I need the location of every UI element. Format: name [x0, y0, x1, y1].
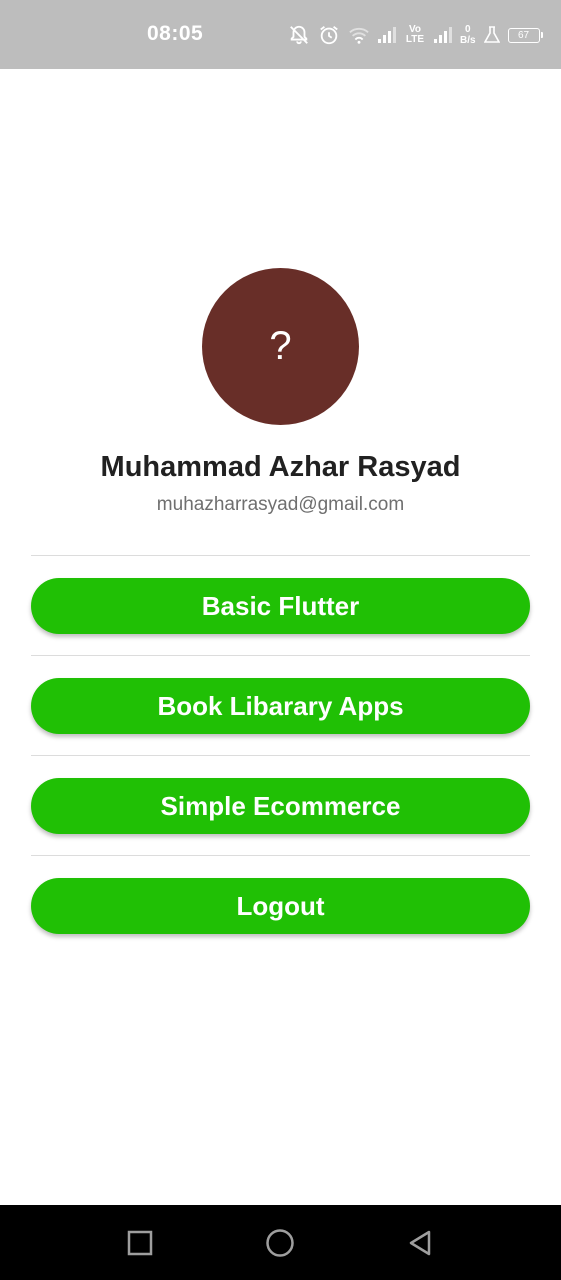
profile-name: Muhammad Azhar Rasyad — [100, 451, 461, 483]
book-library-apps-button[interactable]: Book Libarary Apps — [31, 678, 530, 734]
status-icons: Vo LTE 0 B/s 67 — [288, 20, 543, 50]
avatar-placeholder: ? — [269, 324, 292, 368]
divider — [31, 855, 530, 856]
notifications-off-icon — [290, 25, 308, 45]
logout-button[interactable]: Logout — [31, 878, 530, 934]
profile-email: muhazharrasyad@gmail.com — [156, 494, 405, 515]
battery-icon: 67 — [507, 27, 543, 43]
basic-flutter-button[interactable]: Basic Flutter — [31, 578, 530, 634]
avatar: ? — [202, 268, 359, 425]
recents-icon[interactable] — [124, 1227, 156, 1259]
net-speed-icon: 0 B/s — [460, 24, 476, 46]
alarm-icon — [320, 26, 338, 45]
app-screen: 08:05 Vo LTE 0 B/s 67 ? Muhammad Azhar R… — [0, 0, 561, 1280]
divider — [31, 555, 530, 556]
signal-icon — [378, 27, 396, 43]
volte-icon: Vo LTE — [405, 24, 425, 45]
battery-level: 67 — [518, 29, 530, 41]
signal-icon — [434, 27, 452, 43]
navigation-bar — [0, 1205, 561, 1280]
status-time: 08:05 — [147, 22, 204, 45]
back-icon[interactable] — [404, 1227, 436, 1259]
divider — [31, 655, 530, 656]
status-bar: 08:05 Vo LTE 0 B/s 67 — [0, 0, 561, 69]
divider — [31, 755, 530, 756]
simple-ecommerce-button[interactable]: Simple Ecommerce — [31, 778, 530, 834]
wifi-icon — [349, 27, 369, 44]
home-icon[interactable] — [264, 1227, 296, 1259]
lab-icon — [483, 26, 500, 43]
net-speed-unit: B/s — [460, 35, 476, 46]
net-speed-value: 0 — [465, 24, 471, 35]
